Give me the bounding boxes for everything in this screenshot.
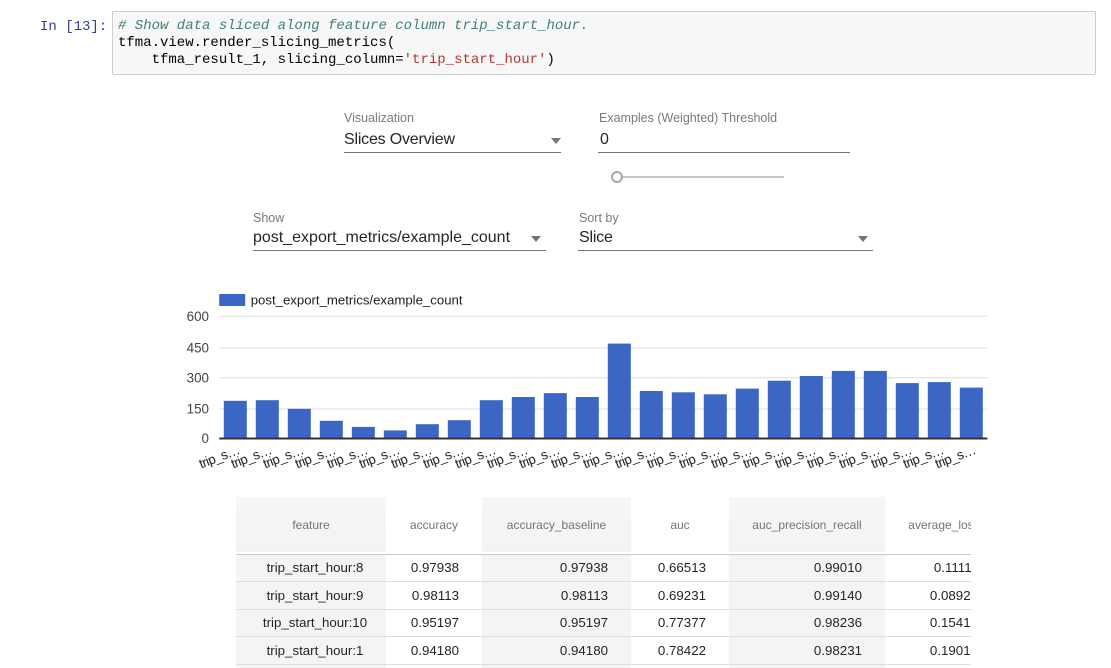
- svg-text:post_export_metrics/example_co: post_export_metrics/example_count: [251, 293, 463, 308]
- svg-text:600: 600: [187, 309, 209, 324]
- svg-text:0: 0: [202, 431, 209, 446]
- svg-text:150: 150: [187, 402, 209, 417]
- svg-text:300: 300: [187, 370, 209, 385]
- svg-text:450: 450: [187, 340, 209, 355]
